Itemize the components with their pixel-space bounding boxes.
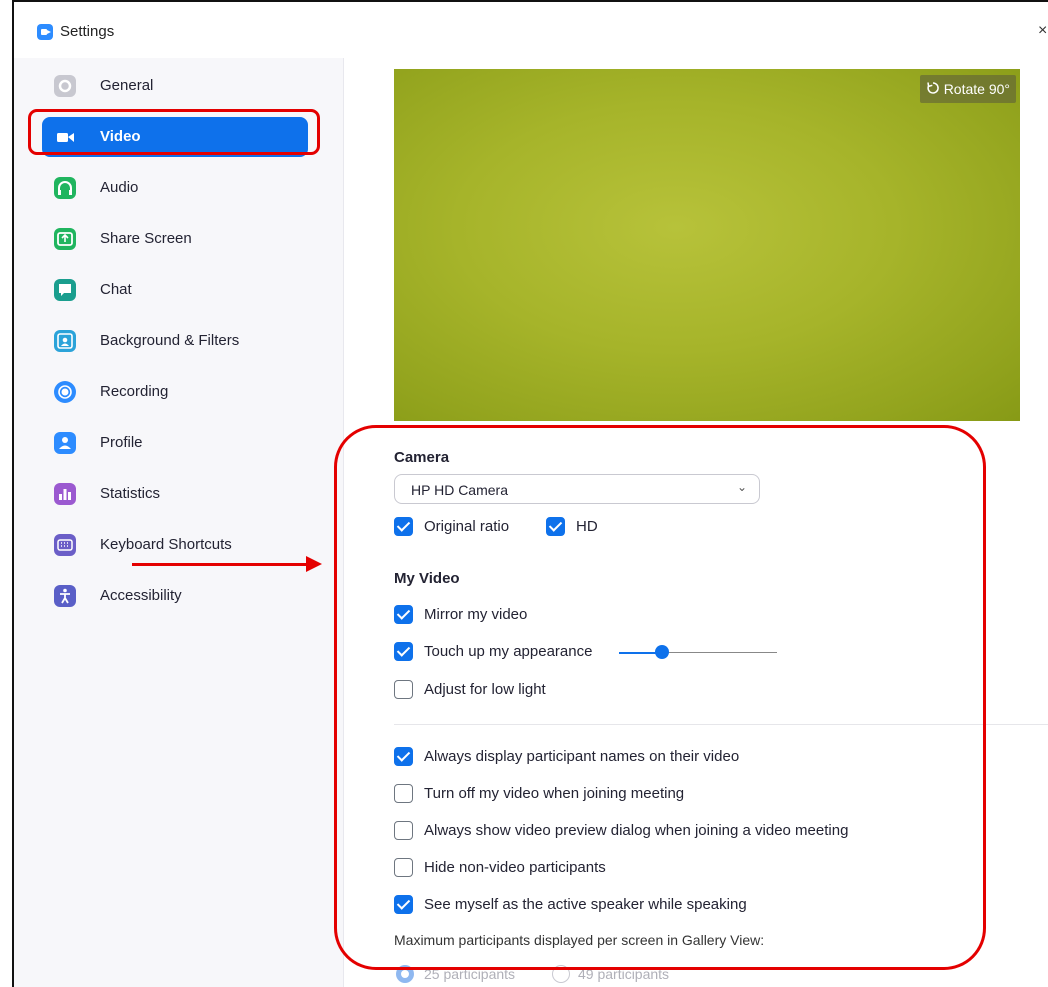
sidebar-item-profile[interactable]: Profile <box>42 423 308 463</box>
sidebar-item-chat[interactable]: Chat <box>42 270 308 310</box>
sidebar-item-audio[interactable]: Audio <box>42 168 308 208</box>
keyboard-icon <box>54 534 76 556</box>
sidebar-item-accessibility[interactable]: Accessibility <box>42 576 308 616</box>
arrow-annotation <box>132 563 310 566</box>
headphones-icon <box>54 177 76 199</box>
sidebar-item-background-filters[interactable]: Background & Filters <box>42 321 308 361</box>
sidebar-item-label: General <box>100 77 154 94</box>
sidebar-item-label: Recording <box>100 383 169 400</box>
statistics-icon <box>54 483 76 505</box>
sidebar-item-general[interactable]: General <box>42 66 308 106</box>
sidebar-item-label: Keyboard Shortcuts <box>100 536 232 553</box>
rotate-label: Rotate 90° <box>943 81 1010 97</box>
profile-icon <box>54 432 76 454</box>
settings-sidebar: General Video Audio Share Screen Chat Ba… <box>14 58 344 987</box>
share-screen-icon <box>54 228 76 250</box>
video-highlight-annotation <box>28 109 320 155</box>
rotate-button[interactable]: Rotate 90° <box>919 75 1016 103</box>
title-bar: Settings × <box>14 2 1048 46</box>
sidebar-item-label: Chat <box>100 281 132 298</box>
gear-icon <box>54 75 76 97</box>
sidebar-item-label: Audio <box>100 179 139 196</box>
sidebar-item-label: Accessibility <box>100 587 182 604</box>
arrow-head-annotation <box>306 556 322 572</box>
sidebar-item-recording[interactable]: Recording <box>42 372 308 412</box>
chat-bubble-icon <box>54 279 76 301</box>
settings-highlight-annotation <box>334 425 986 970</box>
record-icon <box>54 381 76 403</box>
accessibility-icon <box>54 585 76 607</box>
close-icon[interactable]: × <box>1038 22 1048 40</box>
sidebar-item-label: Statistics <box>100 485 161 502</box>
sidebar-item-statistics[interactable]: Statistics <box>42 474 308 514</box>
window-title: Settings <box>60 23 115 40</box>
rotate-icon <box>926 81 940 98</box>
sidebar-item-keyboard-shortcuts[interactable]: Keyboard Shortcuts <box>42 525 308 565</box>
video-preview: Rotate 90° <box>394 69 1020 421</box>
zoom-app-icon <box>37 24 53 40</box>
sidebar-item-label: Share Screen <box>100 230 192 247</box>
background-person-icon <box>54 330 76 352</box>
sidebar-item-label: Profile <box>100 434 143 451</box>
sidebar-item-share-screen[interactable]: Share Screen <box>42 219 308 259</box>
sidebar-item-label: Background & Filters <box>100 332 240 349</box>
